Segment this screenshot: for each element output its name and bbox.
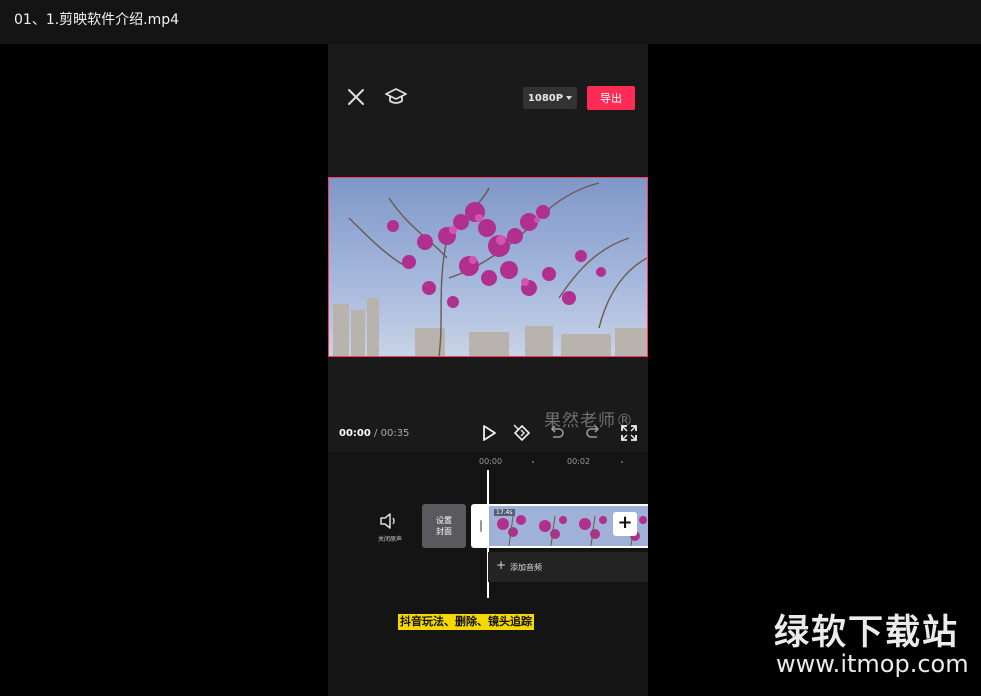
ruler-label: 00:00 bbox=[479, 457, 503, 466]
current-time: 00:00 bbox=[339, 428, 371, 439]
playback-controls: 果然老师® 00:00 / 00:35 bbox=[328, 357, 648, 452]
export-button[interactable]: 导出 bbox=[587, 86, 635, 110]
add-audio-label: 添加音频 bbox=[510, 563, 542, 572]
set-cover-button[interactable]: 设置 封面 bbox=[422, 504, 466, 548]
resolution-value: 1080P bbox=[527, 92, 564, 104]
caret-down-icon bbox=[566, 96, 573, 100]
ruler-dot bbox=[621, 461, 623, 463]
redo-icon[interactable] bbox=[583, 423, 603, 443]
site-watermark-url: www.itmop.com bbox=[776, 650, 969, 678]
window-title: 01、1.剪映软件介绍.mp4 bbox=[14, 12, 180, 28]
cover-label-line1: 设置 bbox=[436, 516, 452, 525]
timeline-panel[interactable]: 00:00 00:02 关闭原声 设置 封面 17.4s + + 添加音频 抖音… bbox=[328, 452, 648, 696]
playback-time: 00:00 / 00:35 bbox=[339, 428, 409, 439]
mute-original-button[interactable] bbox=[372, 512, 404, 552]
tutorial-cap-icon[interactable] bbox=[384, 86, 408, 108]
mute-original-label: 关闭原声 bbox=[377, 536, 402, 543]
keyframe-icon[interactable] bbox=[512, 423, 532, 443]
ruler-dot bbox=[532, 461, 534, 463]
caption-overlay: 抖音玩法、删除、镜头追踪 bbox=[398, 614, 534, 630]
preview-image bbox=[329, 178, 647, 356]
window-titlebar: 01、1.剪映软件介绍.mp4 bbox=[0, 0, 981, 44]
undo-icon[interactable] bbox=[547, 423, 567, 443]
time-separator: / bbox=[374, 428, 378, 439]
editor-top-bar: 1080P 导出 bbox=[328, 44, 648, 177]
total-time: 00:35 bbox=[380, 428, 410, 439]
ruler-label: 00:02 bbox=[567, 457, 591, 466]
play-icon[interactable] bbox=[479, 423, 499, 443]
site-watermark-name: 绿软下载站 bbox=[774, 613, 960, 653]
video-preview[interactable] bbox=[328, 177, 648, 357]
add-audio-button[interactable]: + 添加音频 bbox=[488, 552, 648, 582]
speaker-icon bbox=[380, 513, 395, 529]
phone-screen: 1080P 导出 果然老师® 00:00 / 00:35 00:00 00:02… bbox=[328, 44, 648, 696]
fullscreen-icon[interactable] bbox=[619, 423, 639, 443]
cover-label-line2: 封面 bbox=[436, 527, 452, 536]
close-icon[interactable] bbox=[345, 86, 367, 108]
resolution-dropdown[interactable]: 1080P bbox=[523, 87, 577, 109]
clip-duration: 17.4s bbox=[494, 509, 515, 516]
plus-icon: + bbox=[496, 558, 507, 572]
add-clip-button[interactable]: + bbox=[613, 512, 637, 536]
